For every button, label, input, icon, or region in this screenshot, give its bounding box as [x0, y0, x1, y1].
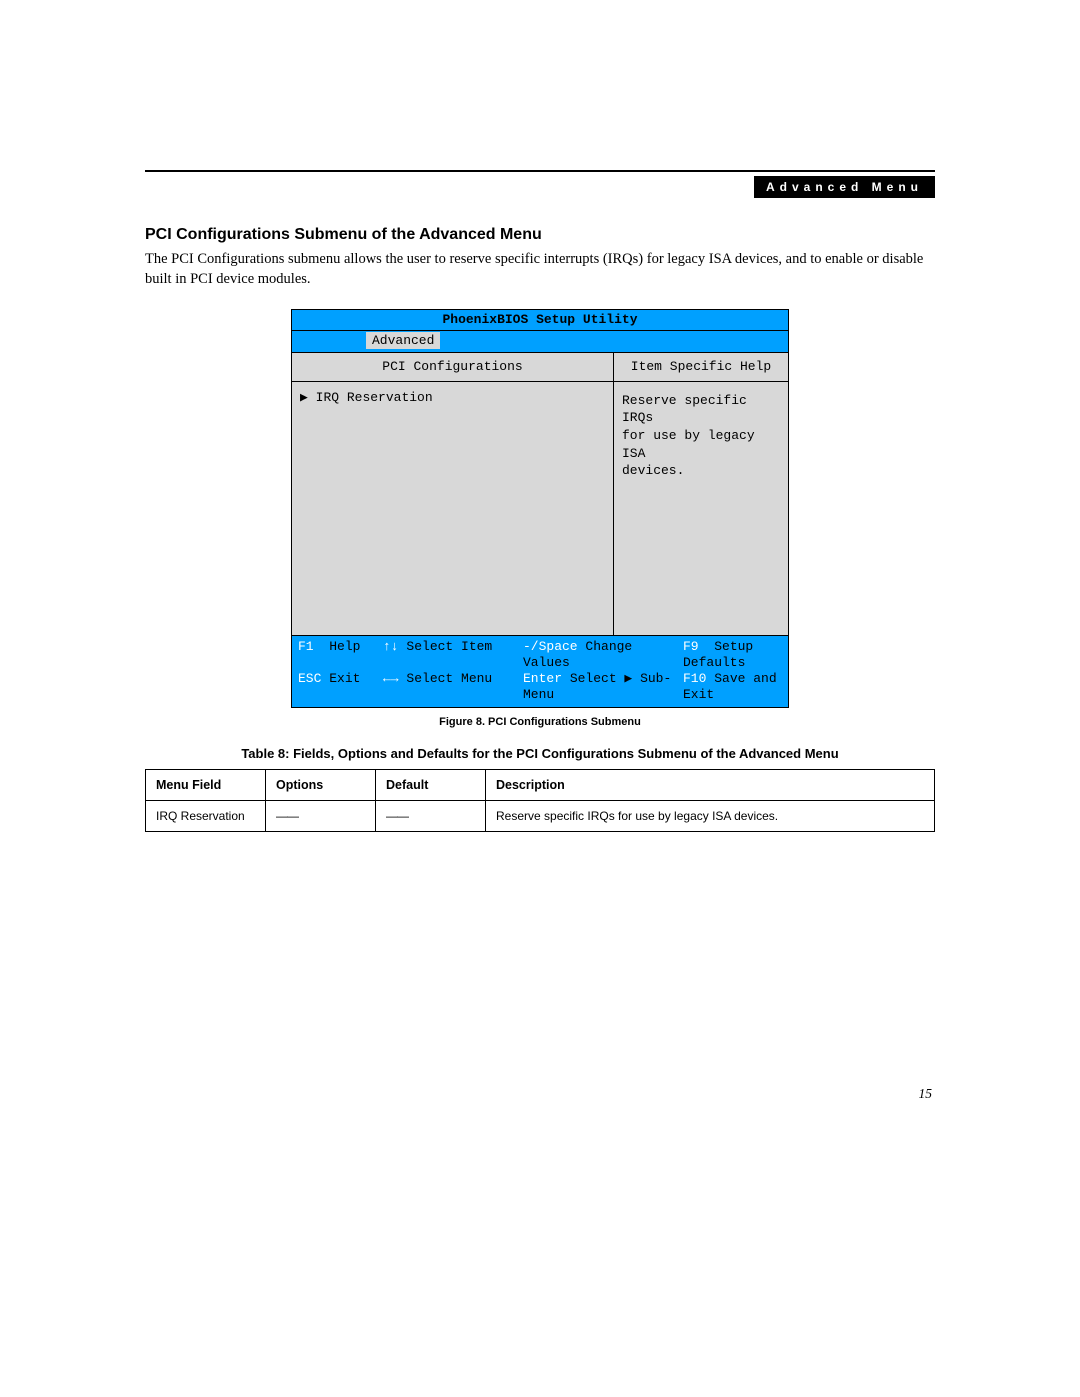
bios-key: ↑↓	[383, 639, 399, 654]
bios-tab-advanced: Advanced	[366, 332, 440, 349]
bios-tab-row: Advanced	[292, 331, 788, 352]
bios-left-header: PCI Configurations	[292, 353, 613, 382]
bios-help-line: devices.	[622, 462, 780, 480]
section-title: PCI Configurations Submenu of the Advanc…	[145, 226, 935, 244]
section-body: The PCI Configurations submenu allows th…	[145, 250, 935, 289]
td-default: ——	[376, 800, 486, 831]
fields-table: Menu Field Options Default Description I…	[145, 769, 935, 832]
bios-help-text: Reserve specific IRQs for use by legacy …	[614, 382, 788, 490]
bios-key-label: Select Menu	[406, 671, 492, 686]
bios-key-label: Exit	[329, 671, 360, 686]
table-caption: Table 8: Fields, Options and Defaults fo…	[145, 746, 935, 761]
table-row: IRQ Reservation —— —— Reserve specific I…	[146, 800, 935, 831]
bios-screenshot: PhoenixBIOS Setup Utility Advanced PCI C…	[291, 309, 789, 708]
td-options: ——	[266, 800, 376, 831]
bios-help-line: Reserve specific IRQs	[622, 392, 780, 427]
bios-key: F9	[683, 639, 699, 654]
table-header-row: Menu Field Options Default Description	[146, 769, 935, 800]
th-options: Options	[266, 769, 376, 800]
header-bar: Advanced Menu	[145, 176, 935, 198]
bios-key-label: Select Item	[406, 639, 492, 654]
bios-footer: F1 Help ↑↓ Select Item -/Space Change Va…	[292, 635, 788, 707]
bios-key: -/Space	[523, 639, 578, 654]
bios-key-label: Help	[329, 639, 360, 654]
bios-help-line: for use by legacy ISA	[622, 427, 780, 462]
bios-key: ←→	[383, 671, 399, 686]
bios-title: PhoenixBIOS Setup Utility	[292, 310, 788, 331]
td-menu-field: IRQ Reservation	[146, 800, 266, 831]
figure-caption: Figure 8. PCI Configurations Submenu	[145, 716, 935, 728]
bios-key: Enter	[523, 671, 562, 686]
bios-right-header: Item Specific Help	[614, 353, 788, 382]
td-description: Reserve specific IRQs for use by legacy …	[486, 800, 935, 831]
bios-menu-item-irq: ▶ IRQ Reservation	[300, 390, 605, 406]
bios-key: ESC	[298, 671, 321, 686]
th-menu-field: Menu Field	[146, 769, 266, 800]
bios-key: F10	[683, 671, 706, 686]
header-section-label: Advanced Menu	[754, 176, 935, 198]
th-default: Default	[376, 769, 486, 800]
th-description: Description	[486, 769, 935, 800]
bios-key: F1	[298, 639, 314, 654]
page-number: 15	[919, 1086, 933, 1102]
top-rule	[145, 170, 935, 172]
bios-menu-item-label: IRQ Reservation	[316, 390, 433, 405]
